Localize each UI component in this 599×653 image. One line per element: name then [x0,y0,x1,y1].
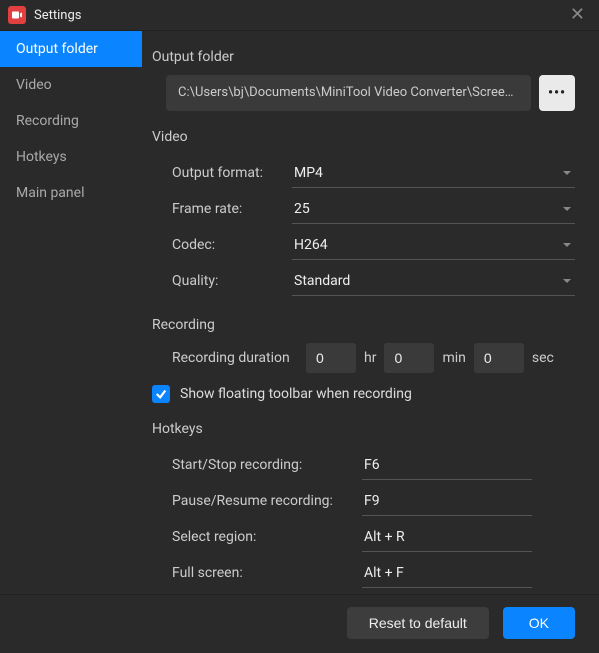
sec-unit: sec [532,350,554,366]
body: Output folder Video Recording Hotkeys Ma… [0,31,599,594]
content-pane: Output folder C:\Users\bj\Documents\Mini… [142,31,599,594]
output-format-label: Output format: [172,165,292,181]
ellipsis-icon: ••• [548,85,566,101]
codec-label: Codec: [172,237,292,253]
codec-value: H264 [294,237,328,253]
output-folder-path[interactable]: C:\Users\bj\Documents\MiniTool Video Con… [166,75,531,111]
sidebar: Output folder Video Recording Hotkeys Ma… [0,31,142,594]
chevron-down-icon [563,279,571,283]
sidebar-item-video[interactable]: Video [0,67,142,103]
window-title: Settings [34,8,564,23]
show-toolbar-label: Show floating toolbar when recording [180,386,412,402]
start-stop-value[interactable]: F6 [362,451,532,480]
output-format-select[interactable]: MP4 [292,159,575,188]
quality-select[interactable]: Standard [292,267,575,296]
codec-select[interactable]: H264 [292,231,575,260]
duration-sec-input[interactable] [474,343,524,373]
sidebar-item-output-folder[interactable]: Output folder [0,31,142,67]
show-toolbar-checkbox[interactable] [152,385,170,403]
close-icon[interactable]: ✕ [564,6,591,24]
chevron-down-icon [563,243,571,247]
frame-rate-select[interactable]: 25 [292,195,575,224]
frame-rate-label: Frame rate: [172,201,292,217]
duration-hr-input[interactable] [306,343,356,373]
chevron-down-icon [563,171,571,175]
start-stop-label: Start/Stop recording: [172,457,362,473]
min-unit: min [442,350,465,366]
full-screen-value[interactable]: Alt + F [362,559,532,588]
ok-button[interactable]: OK [503,607,575,639]
app-icon [8,6,26,24]
full-screen-label: Full screen: [172,565,362,581]
quality-label: Quality: [172,273,292,289]
footer: Reset to default OK [0,594,599,653]
output-folder-row: C:\Users\bj\Documents\MiniTool Video Con… [166,75,575,111]
section-title-hotkeys: Hotkeys [152,421,575,437]
browse-button[interactable]: ••• [539,75,575,111]
show-toolbar-row: Show floating toolbar when recording [152,385,575,403]
duration-min-input[interactable] [384,343,434,373]
select-region-label: Select region: [172,529,362,545]
sidebar-item-recording[interactable]: Recording [0,103,142,139]
recording-duration-row: Recording duration hr min sec [172,343,575,373]
quality-value: Standard [294,273,350,289]
section-title-recording: Recording [152,317,575,333]
select-region-value[interactable]: Alt + R [362,523,532,552]
check-icon [155,388,167,400]
section-title-output-folder: Output folder [152,49,575,65]
sidebar-item-hotkeys[interactable]: Hotkeys [0,139,142,175]
pause-resume-value[interactable]: F9 [362,487,532,516]
recording-duration-label: Recording duration [172,350,292,366]
settings-window: Settings ✕ Output folder Video Recording… [0,0,599,653]
titlebar: Settings ✕ [0,0,599,31]
frame-rate-value: 25 [294,201,310,217]
output-format-value: MP4 [294,165,323,181]
chevron-down-icon [563,207,571,211]
hr-unit: hr [364,350,376,366]
reset-button[interactable]: Reset to default [347,607,489,639]
section-title-video: Video [152,129,575,145]
sidebar-item-main-panel[interactable]: Main panel [0,175,142,211]
pause-resume-label: Pause/Resume recording: [172,493,362,509]
